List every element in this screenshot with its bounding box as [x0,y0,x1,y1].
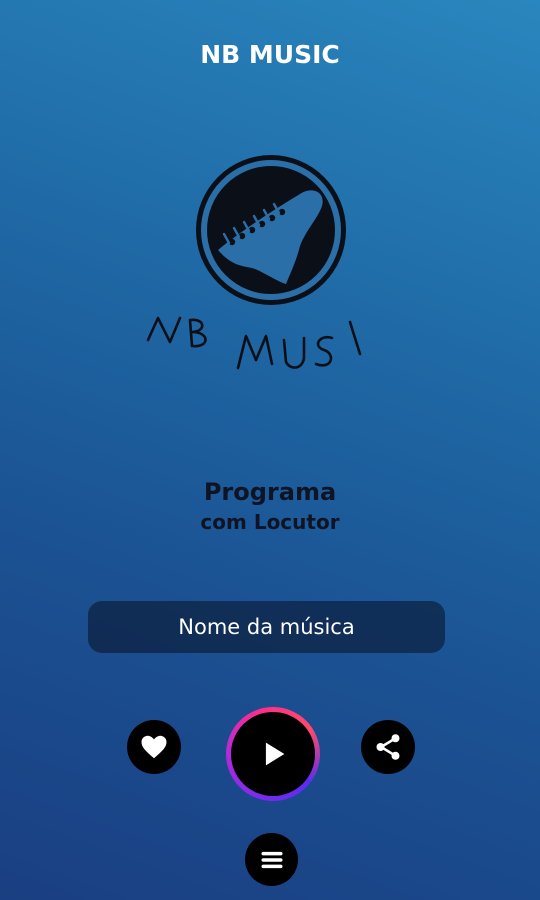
guitar-headstock-logo-icon [146,155,362,370]
program-info: Programa com Locutor [0,478,540,534]
now-playing-bar: Nome da música [88,601,445,653]
play-icon [265,742,285,766]
play-button[interactable] [231,712,315,796]
menu-icon [261,851,282,868]
app-title: NB MUSIC [200,40,340,69]
program-title: Programa [203,478,337,506]
favorite-button[interactable] [127,720,181,774]
share-icon [376,734,400,760]
menu-button[interactable] [245,833,298,886]
song-name: Nome da música [178,615,355,639]
program-subtitle: com Locutor [200,510,340,534]
heart-icon [141,735,167,759]
share-button[interactable] [361,720,415,774]
play-button-ring[interactable] [226,707,320,801]
station-logo [140,150,370,380]
